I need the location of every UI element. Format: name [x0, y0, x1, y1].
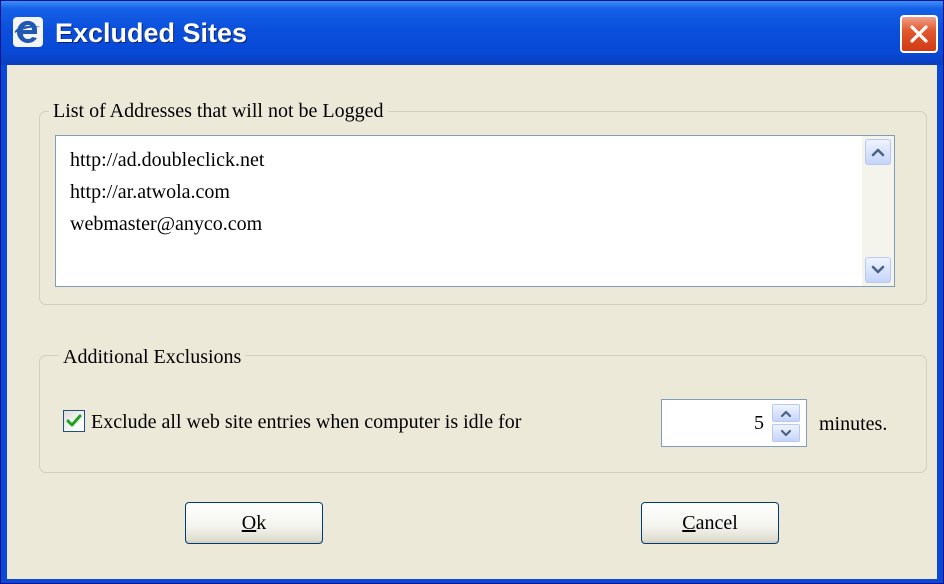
ok-button[interactable]: Ok: [185, 502, 323, 544]
check-mark-icon: [66, 414, 82, 427]
app-e-logo-icon: [13, 17, 43, 47]
list-item[interactable]: webmaster@anyco.com: [70, 212, 262, 236]
minutes-unit-label: minutes.: [819, 413, 888, 435]
address-list-legend: List of Addresses that will not be Logge…: [49, 99, 388, 123]
close-x-icon: [910, 25, 928, 43]
chevron-up-icon: [871, 148, 885, 157]
chevron-down-icon: [780, 429, 792, 437]
spin-down-button[interactable]: [772, 424, 800, 442]
ok-mnemonic: O: [241, 512, 257, 534]
cancel-label-rest: ancel: [695, 512, 738, 534]
list-item[interactable]: http://ar.atwola.com: [70, 180, 230, 204]
vertical-scrollbar[interactable]: [862, 136, 894, 286]
window-title: Excluded Sites: [55, 18, 248, 48]
excluded-address-list[interactable]: http://ad.doubleclick.net http://ar.atwo…: [55, 135, 895, 287]
spinner-buttons: [772, 404, 802, 442]
scroll-down-button[interactable]: [865, 257, 891, 283]
chevron-down-icon: [871, 265, 885, 274]
idle-exclusion-label[interactable]: Exclude all web site entries when comput…: [91, 409, 521, 435]
spin-up-button[interactable]: [772, 404, 800, 422]
title-bar[interactable]: Excluded Sites: [1, 1, 943, 65]
excluded-sites-dialog: Excluded Sites List of Addresses that wi…: [0, 0, 944, 584]
scroll-up-button[interactable]: [865, 139, 891, 165]
additional-exclusions-legend: Additional Exclusions: [59, 345, 246, 369]
idle-minutes-value[interactable]: 5: [754, 410, 764, 436]
ok-label-rest: k: [256, 512, 267, 534]
close-button[interactable]: [900, 15, 938, 53]
chevron-up-icon: [780, 410, 792, 418]
idle-minutes-spinner[interactable]: 5: [661, 399, 807, 447]
list-item[interactable]: http://ad.doubleclick.net: [70, 148, 264, 172]
idle-exclusion-checkbox[interactable]: [63, 410, 85, 432]
cancel-mnemonic: C: [682, 512, 696, 534]
cancel-button[interactable]: Cancel: [641, 502, 779, 544]
